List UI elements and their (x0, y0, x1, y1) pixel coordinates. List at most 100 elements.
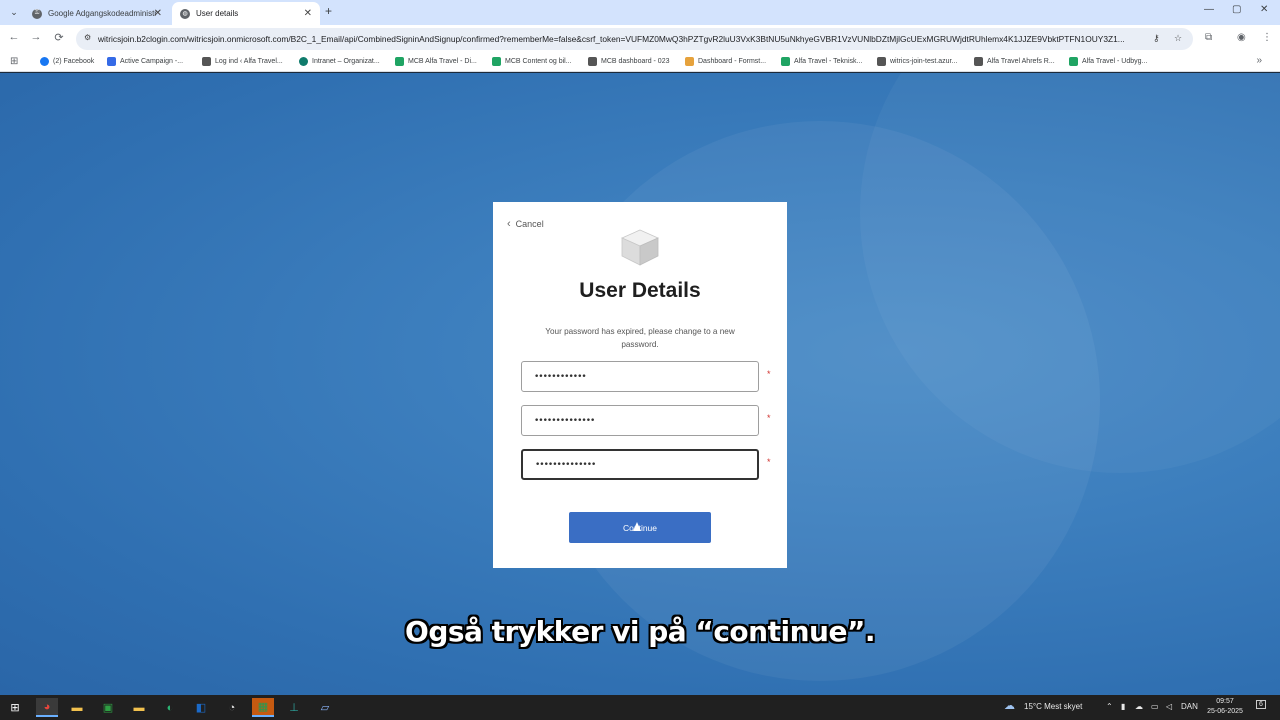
chevron-left-icon: ‹ (507, 218, 511, 230)
microphone-icon[interactable]: ▮ (1121, 702, 1125, 711)
menu-kebab-icon[interactable]: ⋮ (1262, 32, 1272, 43)
wordpress-icon (202, 57, 211, 66)
more-bookmarks-icon[interactable]: » (1256, 55, 1262, 66)
page-icon (588, 57, 597, 66)
start-windows-icon[interactable]: ⊞ (4, 698, 26, 717)
forward-button[interactable]: → (29, 31, 43, 43)
new-tab-button[interactable]: + (325, 4, 332, 18)
password-key-icon[interactable]: ⚷ (1153, 33, 1160, 44)
facebook-icon (40, 57, 49, 66)
back-button[interactable]: ← (7, 31, 21, 43)
required-mark: * (767, 457, 771, 467)
tab-label: User details (196, 9, 239, 18)
paint-icon[interactable]: ◔ (221, 698, 243, 717)
user-details-card: ‹ Cancel User Details Your password has … (493, 202, 787, 568)
show-hidden-icons-icon[interactable]: ⌃ (1106, 702, 1113, 711)
current-password-field[interactable] (521, 361, 759, 392)
address-bar[interactable]: ⚙ witricsjoin.b2clogin.com/witricsjoin.o… (76, 28, 1193, 50)
cancel-link[interactable]: ‹ Cancel (507, 218, 544, 230)
apps-grid-icon[interactable]: ⊞ (10, 56, 18, 67)
app-icon[interactable]: ⊥ (283, 698, 305, 717)
windows-taskbar: ⊞ ◕ ▬ ▣ ▬ ◐ ◧ ◔ ▦ ⊥ ▱ ☁ 15°C Mest skyet … (0, 695, 1280, 720)
close-tab-icon[interactable]: ✕ (304, 8, 312, 19)
remote-desktop-icon[interactable]: ▱ (314, 698, 336, 717)
sheets-icon (395, 57, 404, 66)
bookmark-label: Alfa Travel Ahrefs R... (987, 58, 1055, 65)
required-mark: * (767, 369, 771, 379)
sheets-icon (781, 57, 790, 66)
bookmark-item[interactable]: Alfa Travel Ahrefs R... (974, 57, 1055, 66)
clock-date: 25-06-2025 (1207, 708, 1243, 715)
bookmark-item[interactable]: Log ind ‹ Alfa Travel... (202, 57, 283, 66)
profile-avatar-icon[interactable]: ◉ (1237, 32, 1246, 43)
volume-icon[interactable]: ◁ (1166, 702, 1172, 711)
bookmark-item[interactable]: witrics-join-test.azur... (877, 57, 957, 66)
bookmark-label: MCB dashboard - 023 (601, 58, 670, 65)
folder-icon[interactable]: ▬ (128, 698, 150, 717)
bookmark-item[interactable]: Dashboard - Formst... (685, 57, 766, 66)
expired-password-message: Your password has expired, please change… (545, 327, 735, 349)
cube-logo-icon (621, 229, 659, 266)
reload-button[interactable]: ⟳ (52, 31, 66, 44)
bookmark-label: Active Campaign -... (120, 58, 184, 65)
network-icon[interactable]: ▭ (1151, 702, 1159, 711)
clock-time: 09:57 (1216, 698, 1234, 705)
globe-icon: ◍ (180, 8, 190, 19)
weather-text[interactable]: 15°C Mest skyet (1024, 702, 1082, 711)
bookmark-label: (2) Facebook (53, 58, 95, 65)
close-tab-icon[interactable]: ✕ (154, 8, 162, 19)
bookmark-item[interactable]: Alfa Travel - Teknisk... (781, 57, 862, 66)
azure-icon (877, 57, 886, 66)
maximize-button[interactable]: ▢ (1232, 4, 1241, 15)
tab-strip: ⌄ ⚿ Google Adgangskodeadministr ✕ ◍ User… (0, 0, 1280, 25)
cancel-label: Cancel (515, 219, 544, 229)
page-title: User Details (579, 279, 701, 302)
bookmark-label: MCB Alfa Travel - Di... (408, 58, 477, 65)
language-indicator[interactable]: DAN (1181, 702, 1198, 711)
mouse-cursor-icon (633, 522, 641, 531)
bookmark-label: witrics-join-test.azur... (890, 58, 958, 65)
key-icon: ⚿ (32, 8, 42, 19)
weather-cloud-icon[interactable]: ☁ (1004, 699, 1015, 712)
confirm-password-field[interactable] (521, 449, 759, 480)
close-window-button[interactable]: ✕ (1260, 4, 1268, 15)
bookmark-label: Alfa Travel - Teknisk... (794, 58, 863, 65)
clock[interactable]: 09:57 25-06-2025 (1203, 697, 1247, 717)
bookmark-item[interactable]: MCB Alfa Travel - Di... (395, 57, 477, 66)
bookmark-item[interactable]: (2) Facebook (40, 57, 94, 66)
tab-search-chevron-icon[interactable]: ⌄ (6, 5, 22, 19)
required-mark: * (767, 413, 771, 423)
bookmark-item[interactable]: Intranet – Organizat... (299, 57, 380, 66)
video-subtitle: Også trykker vi på “continue”. (405, 615, 875, 648)
bookmark-label: Dashboard - Formst... (698, 58, 767, 65)
minimize-button[interactable]: — (1204, 4, 1214, 15)
url-text[interactable]: witricsjoin.b2clogin.com/witricsjoin.onm… (98, 34, 1146, 44)
store-icon[interactable]: ▣ (97, 698, 119, 717)
drive-icon (492, 57, 501, 66)
notifications-badge[interactable]: 6 (1256, 700, 1266, 709)
tab-password-manager[interactable]: ⚿ Google Adgangskodeadministr ✕ (24, 2, 170, 25)
site-settings-icon[interactable]: ⚙ (84, 33, 91, 42)
bookmark-star-icon[interactable]: ☆ (1174, 33, 1182, 44)
cloud-sync-icon[interactable]: ☁ (1135, 702, 1143, 711)
activecampaign-icon (107, 57, 116, 66)
bookmark-item[interactable]: Alfa Travel - Udbyg... (1069, 57, 1147, 66)
sharepoint-icon (299, 57, 308, 66)
sheets-icon (1069, 57, 1078, 66)
bookmark-label: MCB Content og bil... (505, 58, 572, 65)
chrome-icon[interactable]: ◕ (36, 698, 58, 717)
edge-icon[interactable]: ◐ (159, 698, 181, 717)
bookmark-item[interactable]: MCB Content og bil... (492, 57, 572, 66)
page-background: ‹ Cancel User Details Your password has … (0, 73, 1280, 695)
outlook-icon[interactable]: ◧ (190, 698, 212, 717)
bookmark-label: Alfa Travel - Udbyg... (1082, 58, 1148, 65)
bookmark-item[interactable]: MCB dashboard - 023 (588, 57, 669, 66)
bookmark-item[interactable]: Active Campaign -... (107, 57, 183, 66)
new-password-field[interactable] (521, 405, 759, 436)
looker-icon (685, 57, 694, 66)
tab-user-details[interactable]: ◍ User details ✕ (172, 2, 320, 25)
excel-icon[interactable]: ▦ (252, 698, 274, 717)
file-explorer-icon[interactable]: ▬ (66, 698, 88, 717)
extensions-icon[interactable]: ⧉ (1205, 32, 1212, 43)
bookmark-label: Log ind ‹ Alfa Travel... (215, 58, 283, 65)
